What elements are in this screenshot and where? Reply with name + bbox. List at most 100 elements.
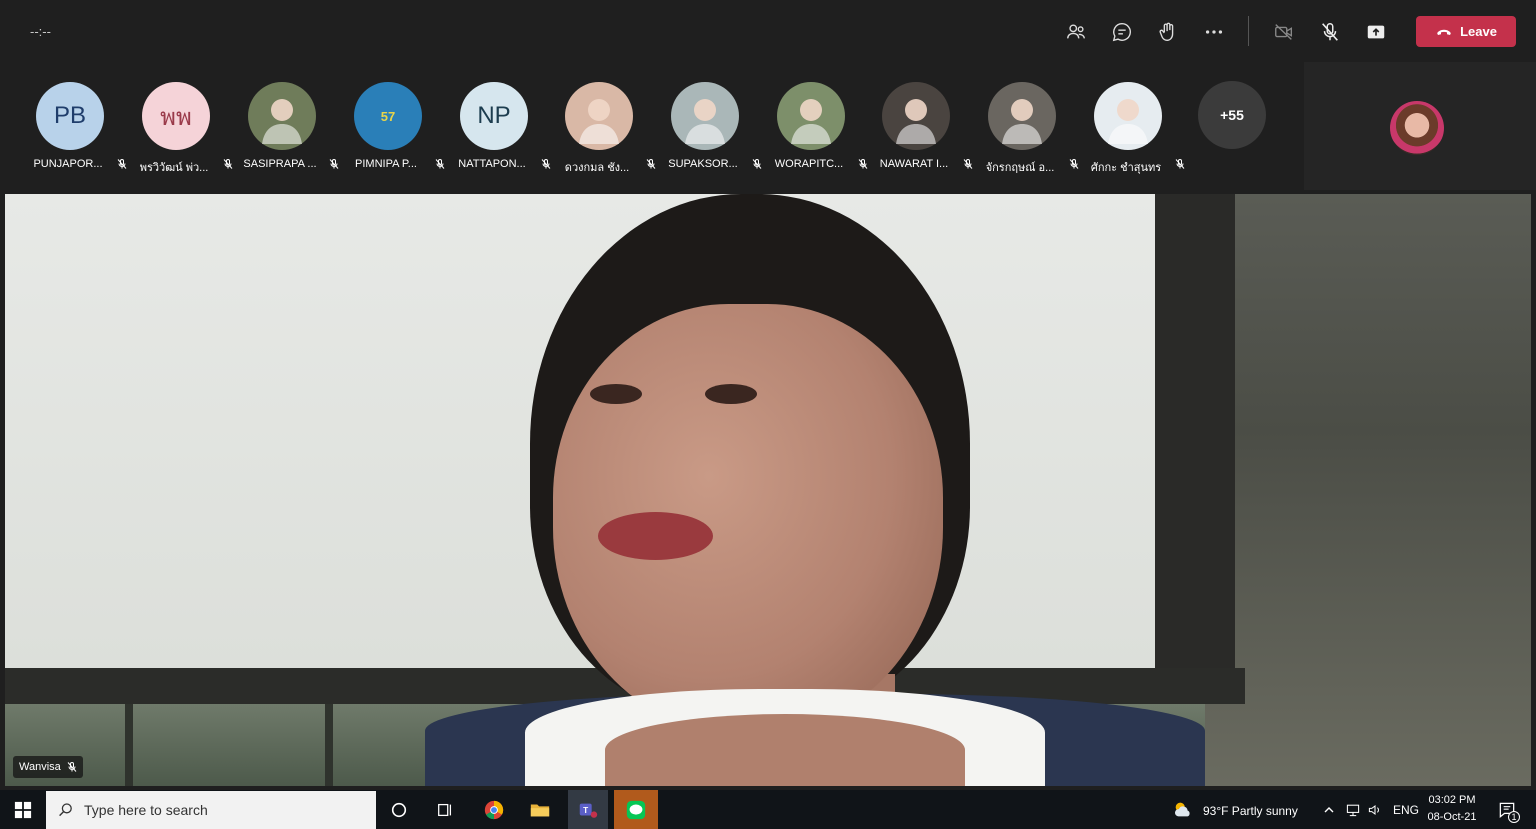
speaker-icon <box>1368 804 1379 815</box>
call-timer: --:-- <box>30 24 51 39</box>
taskbar-clock[interactable]: 03:02 PM 08-Oct-21 <box>1422 792 1482 826</box>
weather-widget[interactable] <box>1170 790 1196 829</box>
file-explorer-taskbar-button[interactable] <box>522 790 558 829</box>
participant-tile[interactable]: SASIPRAPA ... <box>232 82 339 178</box>
participant-avatar[interactable] <box>988 82 1056 150</box>
people-icon <box>1067 24 1085 39</box>
participant-name: SUPAKSOR... <box>668 158 738 170</box>
participant-tile[interactable]: NP NATTAPON... <box>444 82 551 178</box>
participant-avatar[interactable]: พพ <box>142 82 210 150</box>
cortana-button[interactable] <box>384 790 414 829</box>
input-language[interactable]: ENG <box>1393 803 1419 817</box>
partly-sunny-icon <box>1174 802 1190 816</box>
participant-name: NATTAPON... <box>458 158 526 170</box>
search-icon <box>59 803 72 817</box>
clock-time: 03:02 PM <box>1428 794 1476 806</box>
action-center-button[interactable]: 1 <box>1492 790 1522 829</box>
folder-icon <box>530 804 550 816</box>
clock-date: 08-Oct-21 <box>1427 811 1477 823</box>
participant-avatar[interactable] <box>882 82 950 150</box>
participant-name: พรวิวัฒน์ พ่ว... <box>139 162 209 174</box>
person-photo-icon <box>262 99 302 144</box>
weather-text[interactable]: 93°F Partly sunny <box>1203 804 1298 818</box>
network-icon <box>1346 804 1360 816</box>
participant-tile[interactable]: จักรกฤษณ์ อ... <box>972 82 1079 178</box>
svg-text:T: T <box>583 805 588 814</box>
network-button[interactable] <box>1342 790 1364 829</box>
line-app-icon <box>626 800 646 819</box>
chrome-taskbar-button[interactable] <box>476 790 512 829</box>
task-view-icon <box>438 803 452 816</box>
participant-tile[interactable]: ศักกะ ชำสุนทร <box>1078 82 1185 178</box>
start-button[interactable] <box>8 790 38 829</box>
speaker-lips <box>598 512 713 560</box>
participant-avatar[interactable]: NP <box>460 82 528 150</box>
speaker-neckline <box>605 714 965 786</box>
teams-taskbar-button[interactable]: T <box>568 790 608 829</box>
participant-name: SASIPRAPA ... <box>243 158 317 170</box>
microphone-off-icon <box>1322 23 1338 41</box>
participant-tile[interactable]: ดวงกมล ชัง... <box>549 82 656 178</box>
toolbar-divider <box>1248 16 1249 46</box>
raise-hand-icon <box>1159 22 1174 41</box>
person-photo-icon <box>685 99 725 144</box>
person-photo-icon <box>579 99 619 144</box>
speaker-video: Wanvisa <box>5 194 1531 786</box>
participant-name: ศักกะ ชำสุนทร <box>1090 162 1162 174</box>
taskbar-search-box[interactable]: Type here to search <box>46 791 376 829</box>
participant-avatar[interactable]: 57 <box>354 82 422 150</box>
chat-button[interactable] <box>1108 18 1136 46</box>
notification-count: 1 <box>1508 811 1520 823</box>
participant-avatar[interactable] <box>671 82 739 150</box>
line-taskbar-button[interactable] <box>614 790 658 829</box>
participant-name: NAWARAT I... <box>879 158 949 170</box>
chat-icon <box>1112 23 1131 42</box>
share-screen-button[interactable] <box>1362 18 1390 46</box>
cortana-circle-icon <box>391 802 407 817</box>
speaker-eye <box>705 384 757 404</box>
participant-tile[interactable]: NAWARAT I... <box>866 82 973 178</box>
participant-tile[interactable]: PB PUNJAPOR... <box>20 82 127 178</box>
participant-avatar[interactable] <box>565 82 633 150</box>
reactions-button[interactable] <box>1154 18 1182 46</box>
more-actions-button[interactable] <box>1200 18 1228 46</box>
participant-tile[interactable]: พพพรวิวัฒน์ พ่ว... <box>126 82 233 178</box>
more-participants-button[interactable]: +55 <box>1198 81 1266 149</box>
camera-off-icon <box>1275 24 1293 40</box>
participant-avatar[interactable]: PB <box>36 82 104 150</box>
participant-tile[interactable]: WORAPITC... <box>761 82 868 178</box>
person-photo-icon <box>1108 99 1148 144</box>
microphone-toggle-button[interactable] <box>1316 18 1344 46</box>
participant-avatar[interactable] <box>777 82 845 150</box>
participant-avatar[interactable] <box>248 82 316 150</box>
participant-name: จักรกฤษณ์ อ... <box>985 162 1055 174</box>
teams-icon: T <box>579 803 598 818</box>
participant-name: PIMNIPA P... <box>355 158 417 170</box>
chrome-icon <box>484 800 504 819</box>
windows-logo-icon <box>14 801 32 818</box>
participants-button[interactable] <box>1062 18 1090 46</box>
participant-avatar[interactable] <box>1094 82 1162 150</box>
search-placeholder: Type here to search <box>84 802 208 818</box>
speaker-face <box>553 304 943 734</box>
speaker-name: Wanvisa <box>19 761 61 773</box>
self-avatar[interactable] <box>1390 101 1444 155</box>
show-hidden-icons-button[interactable] <box>1320 790 1338 829</box>
volume-button[interactable] <box>1364 790 1386 829</box>
share-icon <box>1367 25 1385 39</box>
call-control-bar: --:-- Leave <box>0 0 1536 62</box>
participant-tile[interactable]: 57 PIMNIPA P... <box>338 82 445 178</box>
task-view-button[interactable] <box>430 790 460 829</box>
muted-icon <box>1175 159 1185 169</box>
participant-tile[interactable]: SUPAKSOR... <box>655 82 762 178</box>
leave-button[interactable]: Leave <box>1416 16 1516 47</box>
speaker-eye <box>590 384 642 404</box>
speaker-name-badge: Wanvisa <box>13 756 83 778</box>
participant-name: WORAPITC... <box>774 158 844 170</box>
hang-up-icon <box>1437 29 1451 35</box>
person-photo-icon <box>1002 99 1042 144</box>
camera-toggle-button[interactable] <box>1270 18 1298 46</box>
participant-name: ดวงกมล ชัง... <box>564 162 630 174</box>
chevron-up-icon <box>1324 806 1334 812</box>
person-photo-icon <box>791 99 831 144</box>
